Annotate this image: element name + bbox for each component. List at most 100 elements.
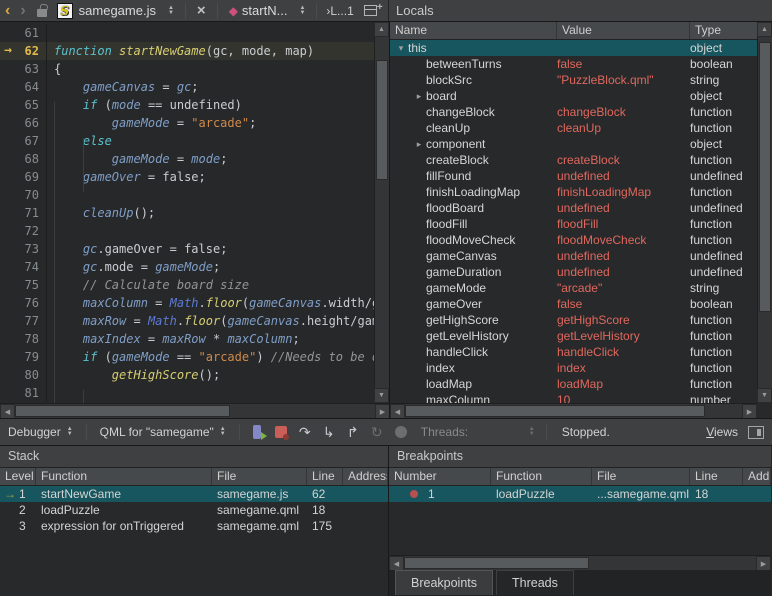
locals-row[interactable]: gameDurationundefinedundefined xyxy=(390,264,757,280)
line-number[interactable]: 79 xyxy=(16,348,46,366)
code-line[interactable]: 78 maxIndex = maxRow * maxColumn; xyxy=(0,330,375,348)
code-line[interactable]: 69 gameOver = false; xyxy=(0,168,375,186)
locals-vertical-scrollbar[interactable]: ▲ ▼ xyxy=(757,22,772,403)
locals-row[interactable]: gameMode"arcade"string xyxy=(390,280,757,296)
record-button[interactable] xyxy=(390,423,412,441)
code-line[interactable]: 68 gameMode = mode; xyxy=(0,150,375,168)
tab-threads[interactable]: Threads xyxy=(496,570,574,595)
scroll-down-icon[interactable]: ▼ xyxy=(757,388,772,403)
locals-row[interactable]: getLevelHistorygetLevelHistoryfunction xyxy=(390,328,757,344)
code-line[interactable]: 65 if (mode == undefined) xyxy=(0,96,375,114)
breakpoints-header[interactable]: NumberFunctionFileLineAddress xyxy=(389,468,771,486)
symbol-selector[interactable]: startN... xyxy=(242,3,288,18)
locals-row[interactable]: ▸boardobject xyxy=(390,88,757,104)
locals-row[interactable]: indexindexfunction xyxy=(390,360,757,376)
locals-row[interactable]: fillFoundundefinedundefined xyxy=(390,168,757,184)
scrollbar-thumb[interactable] xyxy=(15,405,230,417)
code-line[interactable]: 61 xyxy=(0,24,375,42)
step-out-button[interactable]: ↱ xyxy=(342,423,364,441)
line-number[interactable]: 77 xyxy=(16,312,46,330)
line-column-indicator[interactable]: ›L...1 xyxy=(326,4,353,18)
locals-row[interactable]: finishLoadingMapfinishLoadingMapfunction xyxy=(390,184,757,200)
locals-header[interactable]: NameValueType xyxy=(390,22,772,40)
expander-icon[interactable]: ▸ xyxy=(412,88,426,104)
step-into-button[interactable]: ↳ xyxy=(318,423,340,441)
line-number[interactable]: 68 xyxy=(16,150,46,168)
code-line[interactable]: 70 xyxy=(0,186,375,204)
line-number[interactable]: 67 xyxy=(16,132,46,150)
scroll-up-icon[interactable]: ▲ xyxy=(757,22,772,37)
scroll-left-icon[interactable]: ◀ xyxy=(390,404,405,418)
line-number[interactable]: 61 xyxy=(16,24,46,42)
line-number[interactable]: 81 xyxy=(16,384,46,402)
locals-row[interactable]: ▾thisobject xyxy=(390,40,757,56)
code-line[interactable]: 80 getHighScore(); xyxy=(0,366,375,384)
line-number[interactable]: 64 xyxy=(16,78,46,96)
stack-frame-row[interactable]: 3expression for onTriggeredsamegame.qml1… xyxy=(0,518,388,534)
line-number[interactable]: 66 xyxy=(16,114,46,132)
column-header[interactable]: File xyxy=(592,468,690,485)
scroll-right-icon[interactable]: ▶ xyxy=(756,556,771,571)
line-number[interactable]: 63 xyxy=(16,60,46,78)
column-header[interactable]: Level xyxy=(0,468,36,485)
locals-row[interactable]: loadMaploadMapfunction xyxy=(390,376,757,392)
column-header[interactable]: Value xyxy=(557,22,690,39)
line-number[interactable]: 75 xyxy=(16,276,46,294)
locals-row[interactable]: floodBoardundefinedundefined xyxy=(390,200,757,216)
file-selector-spinner-icon[interactable]: ▲▼ xyxy=(168,6,174,16)
column-header[interactable]: Function xyxy=(36,468,212,485)
column-header[interactable]: File xyxy=(212,468,307,485)
code-line[interactable]: 71 cleanUp(); xyxy=(0,204,375,222)
forward-icon[interactable]: › xyxy=(15,1,30,21)
locals-row[interactable]: gameCanvasundefinedundefined xyxy=(390,248,757,264)
code-line[interactable]: 81 xyxy=(0,384,375,402)
stop-debugger-button[interactable] xyxy=(270,423,292,441)
scroll-down-icon[interactable]: ▼ xyxy=(374,388,389,403)
line-number[interactable]: 74 xyxy=(16,258,46,276)
column-header[interactable]: Function xyxy=(491,468,592,485)
open-file-selector[interactable]: samegame.js xyxy=(79,3,156,18)
stack-frame-row[interactable]: 2loadPuzzlesamegame.qml18 xyxy=(0,502,388,518)
tab-breakpoints[interactable]: Breakpoints xyxy=(395,570,493,595)
scrollbar-thumb[interactable] xyxy=(405,405,705,417)
expander-icon[interactable]: ▾ xyxy=(394,40,408,56)
scrollbar-thumb[interactable] xyxy=(404,557,589,569)
code-line[interactable]: 64 gameCanvas = gc; xyxy=(0,78,375,96)
column-header[interactable]: Address xyxy=(743,468,771,485)
debug-target-select[interactable]: QML for "samegame" ▲▼ xyxy=(92,425,234,439)
locals-row[interactable]: createBlockcreateBlockfunction xyxy=(390,152,757,168)
threads-select[interactable]: Threads: ▲▼ xyxy=(413,425,541,439)
line-number[interactable]: 65 xyxy=(16,96,46,114)
locals-horizontal-scrollbar[interactable]: ◀ ▶ xyxy=(390,403,757,418)
line-number[interactable]: 70 xyxy=(16,186,46,204)
line-number[interactable]: 73 xyxy=(16,240,46,258)
stack-header[interactable]: LevelFunctionFileLineAddress xyxy=(0,468,388,486)
line-number[interactable]: 62 xyxy=(16,42,46,60)
scroll-right-icon[interactable]: ▶ xyxy=(375,404,390,418)
code-line[interactable]: 74 gc.mode = gameMode; xyxy=(0,258,375,276)
symbol-selector-spinner-icon[interactable]: ▲▼ xyxy=(299,6,305,16)
line-number[interactable]: 69 xyxy=(16,168,46,186)
column-header[interactable]: Line xyxy=(690,468,743,485)
code-line[interactable]: →62function startNewGame(gc, mode, map) xyxy=(0,42,375,60)
close-document-icon[interactable]: × xyxy=(191,2,212,19)
column-header[interactable]: Line xyxy=(307,468,343,485)
line-number[interactable]: 71 xyxy=(16,204,46,222)
locals-row[interactable]: floodMoveCheckfloodMoveCheckfunction xyxy=(390,232,757,248)
step-over-button[interactable]: ↷ xyxy=(294,423,316,441)
code-line[interactable]: 73 gc.gameOver = false; xyxy=(0,240,375,258)
locals-row[interactable]: changeBlockchangeBlockfunction xyxy=(390,104,757,120)
code-line[interactable]: 67 else xyxy=(0,132,375,150)
column-header[interactable]: Number xyxy=(389,468,491,485)
locals-row[interactable]: floodFillfloodFillfunction xyxy=(390,216,757,232)
locals-row[interactable]: blockSrc"PuzzleBlock.qml"string xyxy=(390,72,757,88)
line-number[interactable]: 80 xyxy=(16,366,46,384)
code-line[interactable]: 79 if (gameMode == "arcade") //Needs to … xyxy=(0,348,375,366)
code-line[interactable]: 75 // Calculate board size xyxy=(0,276,375,294)
scroll-up-icon[interactable]: ▲ xyxy=(374,22,389,37)
scroll-left-icon[interactable]: ◀ xyxy=(389,556,404,571)
editor-horizontal-scrollbar[interactable]: ◀ ▶ xyxy=(0,403,390,418)
scrollbar-thumb[interactable] xyxy=(759,42,771,312)
code-line[interactable]: 77 maxRow = Math.floor(gameCanvas.height… xyxy=(0,312,375,330)
code-line[interactable]: 72 xyxy=(0,222,375,240)
